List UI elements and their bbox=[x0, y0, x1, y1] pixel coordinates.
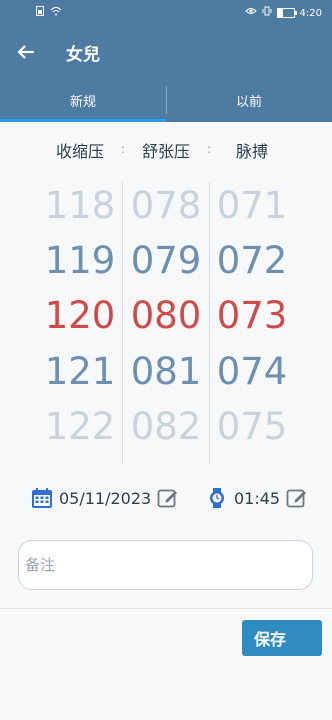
calendar-icon bbox=[31, 487, 53, 509]
app-bar: 女兒 bbox=[0, 26, 332, 78]
systolic-value[interactable]: 119 bbox=[37, 239, 123, 282]
wifi-icon bbox=[50, 6, 62, 20]
edit-time-icon[interactable] bbox=[286, 487, 308, 509]
tab-bar: 新规 以前 bbox=[0, 78, 332, 122]
pulse-value[interactable]: 074 bbox=[209, 350, 295, 393]
status-bar: 4:20 bbox=[0, 0, 332, 26]
diastolic-value[interactable]: 082 bbox=[123, 405, 209, 448]
systolic-value[interactable]: 121 bbox=[37, 350, 123, 393]
picker-headers: 收缩压 : 舒张压 : 脉搏 bbox=[0, 138, 332, 161]
status-left-icons bbox=[36, 6, 62, 20]
date-field[interactable]: 05/11/2023 bbox=[31, 487, 179, 509]
pulse-selected-value[interactable]: 073 bbox=[209, 294, 295, 337]
diastolic-value[interactable]: 079 bbox=[123, 239, 209, 282]
battery-level bbox=[277, 9, 284, 17]
status-right-icons: 4:20 bbox=[244, 6, 322, 20]
diastolic-selected-value[interactable]: 080 bbox=[123, 294, 209, 337]
systolic-selected-value[interactable]: 120 bbox=[37, 294, 123, 337]
systolic-value[interactable]: 122 bbox=[37, 405, 123, 448]
save-button[interactable]: 保存 bbox=[242, 620, 322, 656]
systolic-value[interactable]: 118 bbox=[37, 184, 123, 227]
time-value[interactable]: 01:45 bbox=[234, 489, 280, 508]
watch-icon bbox=[206, 487, 228, 509]
pulse-value[interactable]: 071 bbox=[209, 184, 295, 227]
eye-icon bbox=[244, 6, 257, 20]
header-systolic: 收缩压 bbox=[55, 142, 104, 161]
status-time: 4:20 bbox=[299, 7, 322, 19]
tab-new[interactable]: 新规 bbox=[0, 78, 166, 122]
diastolic-value[interactable]: 078 bbox=[123, 184, 209, 227]
pulse-value[interactable]: 075 bbox=[209, 405, 295, 448]
date-time-row: 05/11/2023 01:45 bbox=[0, 485, 332, 517]
vibrate-icon bbox=[262, 6, 272, 20]
page-title: 女兒 bbox=[66, 45, 100, 65]
diastolic-value[interactable]: 081 bbox=[123, 350, 209, 393]
date-value[interactable]: 05/11/2023 bbox=[59, 489, 151, 508]
tab-divider bbox=[166, 86, 167, 114]
number-picker: 118 119 120 121 122 078 079 080 081 082 … bbox=[0, 182, 332, 464]
header-diastolic: 舒张压 bbox=[141, 142, 190, 161]
tab-history[interactable]: 以前 bbox=[166, 78, 332, 122]
sim-icon bbox=[36, 6, 44, 20]
edit-date-icon[interactable] bbox=[157, 487, 179, 509]
battery-icon bbox=[276, 8, 297, 18]
pulse-value[interactable]: 072 bbox=[209, 239, 295, 282]
back-arrow-icon[interactable] bbox=[12, 38, 40, 66]
time-field[interactable]: 01:45 bbox=[206, 487, 308, 509]
header-pulse: 脉搏 bbox=[235, 142, 268, 161]
bottom-divider bbox=[0, 608, 332, 609]
note-input[interactable] bbox=[18, 540, 313, 590]
